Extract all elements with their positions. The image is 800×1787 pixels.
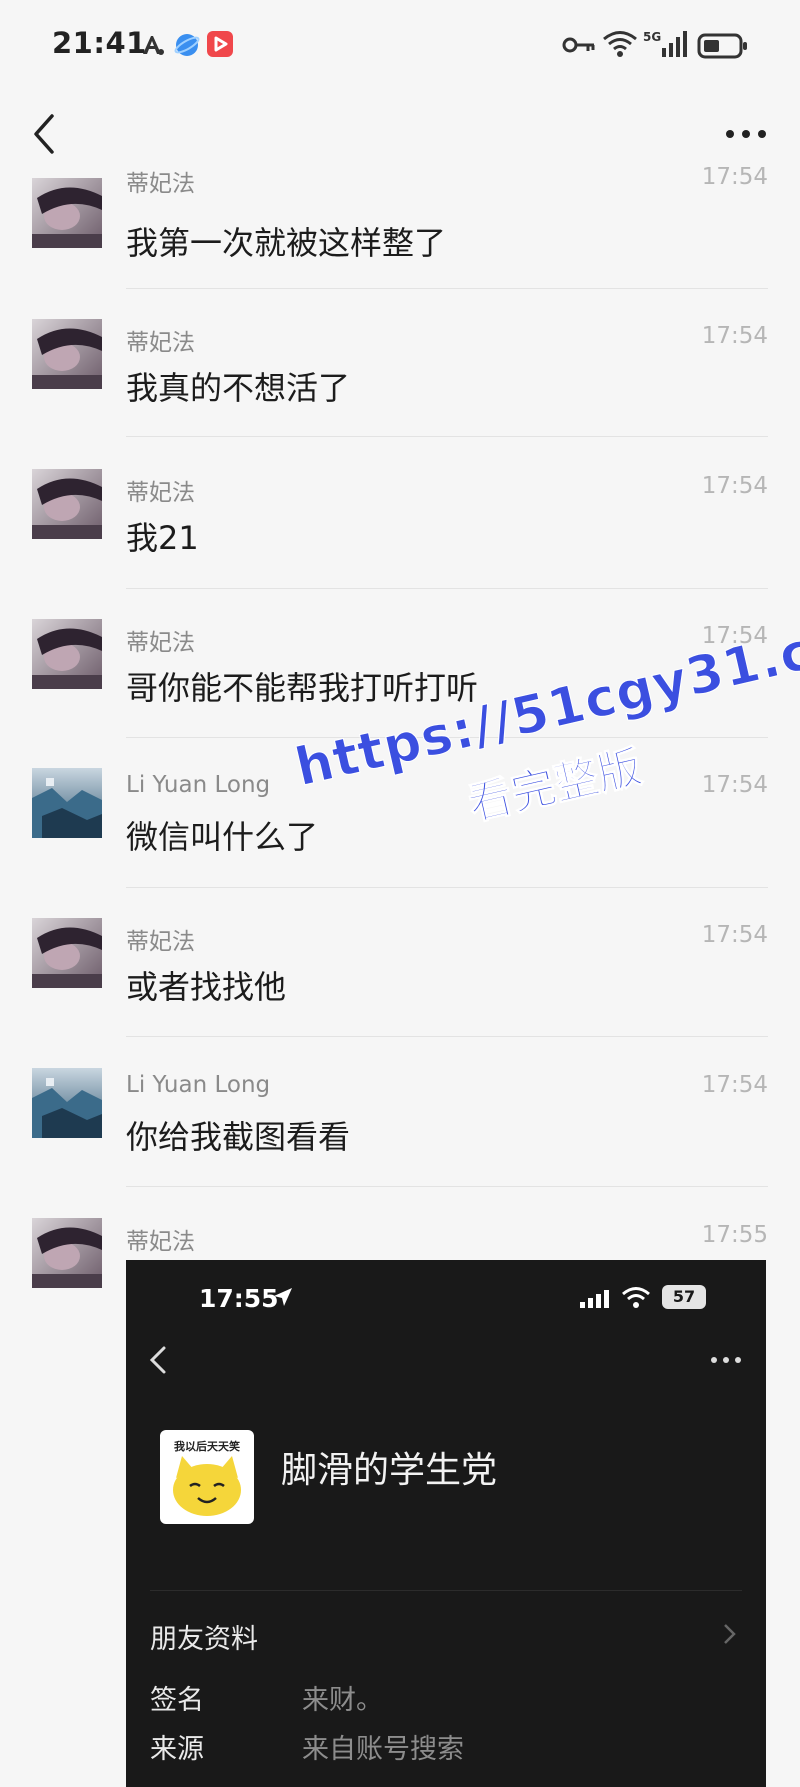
message-text: 我21 [126,519,199,557]
signal-5g-icon: 5G [642,28,688,64]
avatar[interactable] [32,178,102,248]
inner-back-icon [144,1340,174,1384]
status-bar: 21:41 5G [0,0,800,92]
sender-name: 蒂妃法 [126,1229,195,1255]
message-time: 17:54 [701,473,768,499]
inner-more-icon [706,1350,746,1374]
inner-wifi-icon [621,1285,651,1313]
message-text: 你给我截图看看 [126,1118,351,1156]
divider [126,436,768,437]
divider [126,1186,768,1187]
message-time: 17:54 [701,922,768,948]
profile-label[interactable]: 朋友资料 [150,1617,258,1656]
avatar[interactable] [32,469,102,539]
divider [150,1590,742,1591]
message-text: 我第一次就被这样整了 [126,224,447,262]
battery-icon [697,32,749,64]
source-value: 来自账号搜索 [302,1734,464,1765]
message-time: 17:54 [701,323,768,349]
signature-label: 签名 [150,1685,204,1716]
contact-name: 脚滑的学生党 [281,1450,498,1491]
font-app-icon [140,32,166,62]
nav-bar [0,92,800,182]
chevron-right-icon [722,1620,738,1652]
divider [126,1036,768,1037]
avatar[interactable] [32,319,102,389]
message-text: 哥你能不能帮我打听打听 [126,669,479,707]
wifi-icon [602,28,638,62]
location-arrow-icon [272,1286,294,1312]
message-time: 17:55 [701,1222,768,1248]
divider [126,288,768,289]
key-icon [562,34,596,60]
inner-signal-icon [579,1288,613,1314]
ellipsis-icon [726,130,766,138]
avatar-caption: 我以后天天笑 [174,1440,240,1453]
sender-name: 蒂妃法 [126,330,195,356]
back-button[interactable] [22,106,72,162]
contact-avatar: 我以后天天笑 [160,1430,254,1524]
image-message[interactable]: 17:55 57 我以后天天笑 脚滑的学生党 朋友资料 签名 来财。 来源 来自… [126,1260,766,1787]
message-time: 17:54 [701,1072,768,1098]
inner-battery: 57 [662,1285,706,1309]
message-text: 微信叫什么了 [126,818,319,856]
chevron-left-icon [34,114,54,154]
sender-name: 蒂妃法 [126,171,195,197]
browser-app-icon [174,32,200,62]
message-text: 或者找找他 [126,968,287,1006]
avatar[interactable] [32,1218,102,1288]
message-text: 我真的不想活了 [126,369,351,407]
sender-name: 蒂妃法 [126,929,195,955]
divider [126,588,768,589]
avatar[interactable] [32,619,102,689]
message-time: 17:54 [701,164,768,190]
sender-name: Li Yuan Long [126,772,271,798]
inner-status-time: 17:55 [199,1284,279,1313]
avatar[interactable] [32,1068,102,1138]
avatar[interactable] [32,768,102,838]
sender-name: Li Yuan Long [126,1072,271,1098]
signal-label: 5G [643,30,661,44]
source-label: 来源 [150,1734,204,1765]
status-time: 21:41 [52,26,147,60]
sender-name: 蒂妃法 [126,630,195,656]
video-app-icon [206,30,234,62]
signature-value: 来财。 [302,1685,383,1716]
sender-name: 蒂妃法 [126,480,195,506]
more-options-button[interactable] [718,112,774,156]
avatar[interactable] [32,918,102,988]
